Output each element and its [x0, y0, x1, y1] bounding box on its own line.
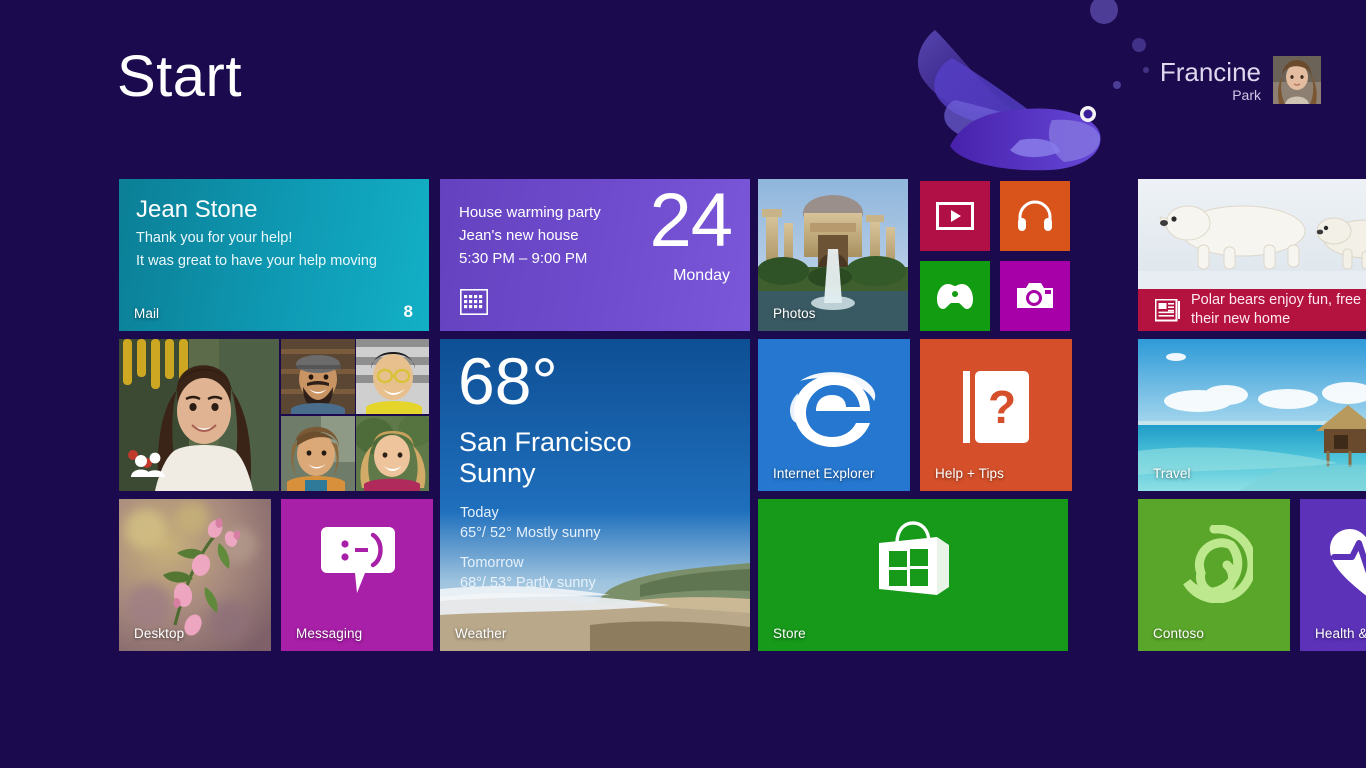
tile-messaging[interactable]: Messaging — [281, 499, 433, 651]
calendar-event-title: House warming party — [459, 204, 601, 221]
tile-store[interactable]: Store — [758, 499, 1068, 651]
avatar[interactable] — [1273, 56, 1321, 104]
tile-label-store: Store — [773, 626, 806, 641]
people-photo-3 — [356, 339, 429, 414]
tile-label-travel: Travel — [1153, 466, 1191, 481]
tile-label-help-tips: Help + Tips — [935, 466, 1004, 481]
news-headline-line2: their new home — [1191, 310, 1366, 329]
tile-label-photos: Photos — [773, 306, 816, 321]
weather-tomorrow-label: Tomorrow — [460, 555, 524, 571]
tile-desktop[interactable]: Desktop — [119, 499, 271, 651]
video-play-icon — [936, 202, 974, 230]
people-photo-4 — [281, 416, 355, 491]
calendar-icon — [460, 289, 488, 315]
health-heart-pulse-icon — [1328, 527, 1366, 601]
headphones-icon — [1017, 200, 1053, 232]
store-bag-icon — [871, 521, 955, 603]
contoso-spiral-icon — [1175, 525, 1253, 603]
calendar-event-time: 5:30 PM – 9:00 PM — [459, 250, 587, 267]
help-book-icon: ? — [963, 371, 1029, 443]
user-last-name: Park — [1160, 88, 1261, 104]
tile-label-mail: Mail — [134, 306, 159, 321]
svg-text:?: ? — [988, 381, 1016, 433]
mail-unread-badge: 8 — [404, 302, 413, 322]
tile-internet-explorer[interactable]: Internet Explorer — [758, 339, 910, 491]
tile-photos[interactable]: Photos — [758, 179, 908, 331]
tile-music[interactable] — [1000, 181, 1070, 251]
tile-label-weather: Weather — [455, 626, 506, 641]
weather-city: San Francisco — [459, 427, 632, 459]
mail-preview-line2: It was great to have your help moving — [136, 253, 377, 269]
news-headline: Polar bears enjoy fun, free their new ho… — [1191, 291, 1366, 329]
people-icon — [131, 451, 167, 477]
tile-help-tips[interactable]: ? Help + Tips — [920, 339, 1072, 491]
tile-label-internet-explorer: Internet Explorer — [773, 466, 875, 481]
tile-games[interactable] — [920, 261, 990, 331]
tile-label-messaging: Messaging — [296, 626, 362, 641]
people-photo-2 — [281, 339, 355, 414]
user-first-name: Francine — [1160, 58, 1261, 87]
tile-label-desktop: Desktop — [134, 626, 184, 641]
page-title: Start — [117, 48, 242, 106]
people-photo-5 — [356, 416, 429, 491]
weather-condition: Sunny — [459, 458, 536, 489]
tile-health[interactable]: Health & — [1300, 499, 1366, 651]
tile-camera[interactable] — [1000, 261, 1070, 331]
user-name: Francine Park — [1160, 56, 1261, 104]
user-account[interactable]: Francine Park — [1160, 56, 1321, 104]
tile-video[interactable] — [920, 181, 990, 251]
weather-today-label: Today — [460, 505, 499, 521]
weather-temperature: 68° — [458, 347, 558, 416]
calendar-day-number: 24 — [649, 183, 732, 259]
mail-sender: Jean Stone — [136, 196, 257, 224]
tile-label-health: Health & — [1315, 626, 1366, 641]
tile-grid: Jean Stone Thank you for your help! It w… — [119, 179, 1366, 659]
messaging-smiley-icon — [321, 527, 395, 593]
tile-weather[interactable]: 68° San Francisco Sunny Today 65°/ 52° M… — [440, 339, 750, 651]
mail-preview-line1: Thank you for your help! — [136, 230, 292, 246]
news-layout-icon — [1155, 299, 1181, 323]
tile-contoso[interactable]: Contoso — [1138, 499, 1290, 651]
news-headline-line1: Polar bears enjoy fun, free — [1191, 291, 1366, 310]
tile-people[interactable] — [119, 339, 429, 491]
calendar-event-location: Jean's new house — [459, 227, 579, 244]
camera-icon — [1016, 282, 1054, 310]
calendar-day-name: Monday — [673, 267, 730, 285]
weather-today-value: 65°/ 52° Mostly sunny — [460, 525, 601, 541]
weather-tomorrow-value: 68°/ 53° Partly sunny — [460, 575, 596, 591]
game-controller-icon — [936, 282, 974, 310]
tile-calendar[interactable]: House warming party Jean's new house 5:3… — [440, 179, 750, 331]
tile-mail[interactable]: Jean Stone Thank you for your help! It w… — [119, 179, 429, 331]
internet-explorer-icon — [786, 365, 882, 449]
tile-label-contoso: Contoso — [1153, 626, 1204, 641]
tile-travel[interactable]: Travel — [1138, 339, 1366, 491]
tile-news[interactable]: Polar bears enjoy fun, free their new ho… — [1138, 179, 1366, 331]
news-image — [1138, 179, 1366, 289]
